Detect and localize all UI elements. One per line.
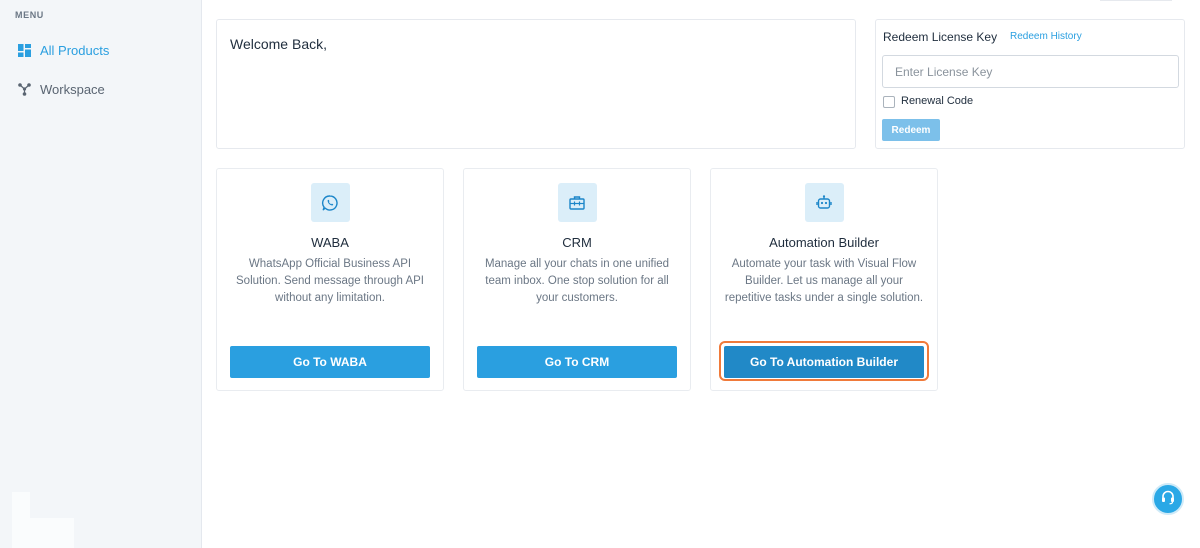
- product-title: WABA: [311, 235, 349, 250]
- sidebar-item-workspace[interactable]: Workspace: [18, 78, 105, 100]
- license-key-input[interactable]: [882, 55, 1179, 88]
- header-divider: [1100, 0, 1172, 1]
- sidebar: MENU All Products Workspace: [0, 0, 202, 548]
- product-card-crm: CRM Manage all your chats in one unified…: [463, 168, 691, 391]
- go-to-waba-button[interactable]: Go To WABA: [230, 346, 430, 378]
- briefcase-icon: [557, 183, 597, 222]
- product-card-automation-builder: Automation Builder Automate your task wi…: [710, 168, 938, 391]
- redeem-history-link[interactable]: Redeem History: [1010, 31, 1082, 42]
- headset-icon: [1160, 489, 1176, 510]
- whatsapp-icon: [310, 183, 350, 222]
- renewal-code-label: Renewal Code: [901, 95, 974, 107]
- workspace-nodes-icon: [18, 82, 31, 96]
- renewal-code-checkbox[interactable]: [883, 96, 895, 108]
- sidebar-placeholder: [30, 518, 74, 548]
- sidebar-placeholder: [12, 492, 30, 548]
- redeem-title: Redeem License Key: [883, 30, 998, 44]
- product-description: WhatsApp Official Business API Solution.…: [236, 258, 424, 304]
- product-title: Automation Builder: [769, 235, 879, 250]
- welcome-text: Welcome Back,: [230, 36, 327, 52]
- redeem-license-panel: Redeem License Key Redeem History Renewa…: [875, 19, 1185, 149]
- product-description: Automate your task with Visual Flow Buil…: [724, 258, 924, 304]
- menu-heading: MENU: [15, 10, 44, 20]
- go-to-crm-button[interactable]: Go To CRM: [477, 346, 677, 378]
- grid-icon: [18, 43, 31, 57]
- sidebar-item-label: All Products: [40, 42, 110, 58]
- welcome-panel: Welcome Back,: [216, 19, 856, 149]
- product-description: Manage all your chats in one unified tea…: [484, 258, 670, 304]
- robot-icon: [804, 183, 844, 222]
- sidebar-item-label: Workspace: [40, 81, 105, 97]
- product-title: CRM: [562, 235, 592, 250]
- support-chat-button[interactable]: [1152, 483, 1184, 515]
- go-to-automation-builder-button[interactable]: Go To Automation Builder: [724, 346, 924, 378]
- redeem-button[interactable]: Redeem: [882, 119, 940, 141]
- sidebar-item-all-products[interactable]: All Products: [18, 39, 109, 61]
- product-card-waba: WABA WhatsApp Official Business API Solu…: [216, 168, 444, 391]
